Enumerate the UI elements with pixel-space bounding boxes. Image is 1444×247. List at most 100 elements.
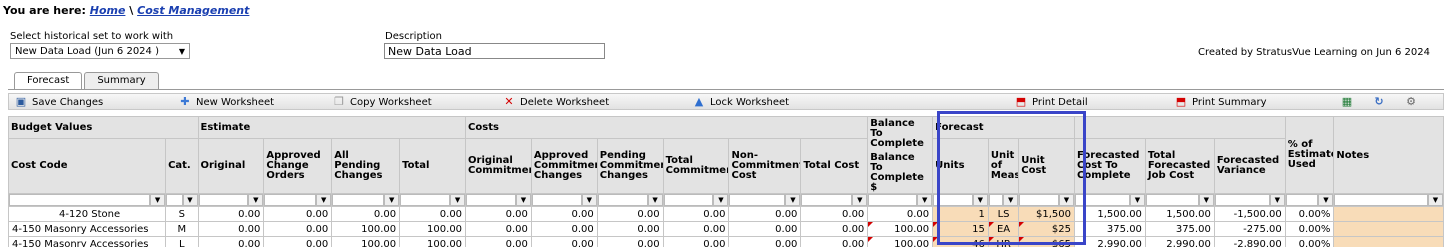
filter-cell[interactable]: ▼ [331, 193, 401, 207]
filter-cell[interactable]: ▼ [987, 193, 1020, 207]
cell-notes[interactable] [1333, 206, 1444, 222]
col-category[interactable]: Cat. [165, 138, 199, 194]
filter-cell[interactable]: ▼ [1333, 193, 1444, 207]
cell-units[interactable]: 15 [932, 221, 989, 237]
filter-icon[interactable]: ▼ [852, 194, 867, 206]
filter-cell[interactable]: ▼ [465, 193, 532, 207]
refresh-button[interactable]: ↻ [1373, 95, 1385, 109]
filter-icon[interactable]: ▼ [647, 194, 663, 206]
cell-units[interactable]: 46 [932, 236, 989, 247]
filter-icon[interactable]: ▼ [1269, 194, 1285, 206]
filter-cell[interactable]: ▼ [800, 193, 869, 207]
lock-worksheet-button[interactable]: ▲ Lock Worksheet [693, 95, 789, 109]
tab-forecast[interactable]: Forecast [14, 72, 83, 90]
settings-button[interactable]: ⚙ [1405, 95, 1417, 109]
filter-icon[interactable]: ▼ [450, 194, 465, 206]
cell-total-cost: 0.00 [800, 221, 869, 237]
filter-cell[interactable]: ▼ [399, 193, 467, 207]
filter-cell[interactable]: ▼ [1213, 193, 1286, 207]
col-pending-commitment-changes[interactable]: Pending Commitment Changes [596, 138, 664, 194]
filter-icon[interactable]: ▼ [1129, 194, 1145, 206]
print-detail-button[interactable]: ⬒ Print Detail [1015, 95, 1088, 109]
filter-cell[interactable]: ▼ [1018, 193, 1075, 207]
save-changes-button[interactable]: ▣ Save Changes [15, 95, 103, 109]
col-total-commitment[interactable]: Total Commitment [662, 138, 730, 194]
cell-balance: 0.00 [867, 206, 934, 222]
filter-icon[interactable]: ▼ [515, 194, 531, 206]
cell-unit-of-measure[interactable]: LS [987, 206, 1020, 222]
filter-icon[interactable]: ▼ [1059, 194, 1074, 206]
tab-summary[interactable]: Summary [84, 72, 159, 89]
new-worksheet-button[interactable]: ✚ New Worksheet [179, 95, 274, 109]
filter-icon[interactable]: ▼ [972, 194, 988, 206]
table-row[interactable]: 4-150 Masonry Accessories M 0.00 0.00 10… [7, 221, 1444, 237]
filter-cell[interactable]: ▼ [530, 193, 598, 207]
excel-export-button[interactable]: ▦ [1341, 95, 1353, 109]
table-row[interactable]: 4-120 Stone S 0.00 0.00 0.00 0.00 0.00 0… [7, 206, 1444, 222]
filter-icon[interactable]: ▼ [1003, 194, 1018, 206]
filter-cell[interactable]: ▼ [1074, 193, 1146, 207]
filter-icon[interactable]: ▼ [150, 194, 165, 206]
filter-icon[interactable]: ▼ [248, 194, 263, 206]
col-unit-cost[interactable]: Unit Cost [1018, 138, 1075, 194]
filter-icon[interactable]: ▼ [182, 194, 197, 206]
col-approved-commitment-changes[interactable]: Approved Commitment Changes [530, 138, 598, 194]
cell-notes[interactable] [1333, 221, 1444, 237]
filter-icon[interactable]: ▼ [917, 194, 932, 206]
filter-icon[interactable]: ▼ [384, 194, 399, 206]
filter-icon[interactable]: ▼ [1428, 194, 1443, 206]
cell-non-commitment: 0.00 [728, 206, 802, 222]
filter-icon[interactable]: ▼ [316, 194, 331, 206]
col-non-commitment-cost[interactable]: Non-Commitment Cost [728, 138, 802, 194]
filter-cell[interactable]: ▼ [165, 193, 199, 207]
cell-non-commitment: 0.00 [728, 236, 802, 247]
cell-unit-cost[interactable]: $25 [1018, 221, 1075, 237]
cell-pending-commitment: 0.00 [596, 206, 664, 222]
filter-cell[interactable]: ▼ [7, 193, 167, 207]
col-total-cost[interactable]: Total Cost [800, 138, 869, 194]
cell-pending-changes: 0.00 [331, 206, 401, 222]
filter-icon[interactable]: ▼ [785, 194, 800, 206]
filter-cell[interactable]: ▼ [1284, 193, 1335, 207]
filter-icon[interactable]: ▼ [1198, 194, 1214, 206]
cell-units[interactable]: 1 [932, 206, 989, 222]
filter-cell[interactable]: ▼ [728, 193, 802, 207]
excel-icon: ▦ [1341, 95, 1353, 108]
copy-worksheet-button[interactable]: ❐ Copy Worksheet [333, 95, 432, 109]
col-all-pending-changes[interactable]: All Pending Changes [331, 138, 401, 194]
col-forecasted-cost-to-complete[interactable]: Forecasted Cost To Complete [1074, 138, 1146, 194]
cell-notes[interactable] [1333, 236, 1444, 247]
col-cost-code[interactable]: Cost Code [7, 138, 167, 194]
col-units[interactable]: Units [932, 138, 989, 194]
col-original[interactable]: Original [197, 138, 265, 194]
filter-icon[interactable]: ▼ [581, 194, 597, 206]
description-input[interactable]: New Data Load [384, 43, 605, 59]
filter-icon[interactable]: ▼ [713, 194, 728, 206]
filter-cell[interactable]: ▼ [197, 193, 265, 207]
breadcrumb-current-link[interactable]: Cost Management [137, 4, 249, 17]
filter-cell[interactable]: ▼ [867, 193, 934, 207]
col-total-forecasted-job-cost[interactable]: Total Forecasted Job Cost [1144, 138, 1215, 194]
col-total[interactable]: Total [399, 138, 467, 194]
delete-worksheet-button[interactable]: ✕ Delete Worksheet [503, 95, 609, 109]
history-select[interactable]: New Data Load (Jun 6 2024 ) ▼ [10, 43, 190, 59]
col-approved-change-orders[interactable]: Approved Change Orders [263, 138, 333, 194]
cell-unit-of-measure[interactable]: HR [987, 236, 1020, 247]
filter-cell[interactable]: ▼ [263, 193, 333, 207]
col-unit-of-measure[interactable]: Unit of Measure [987, 138, 1020, 194]
filter-cell[interactable]: ▼ [662, 193, 730, 207]
table-row[interactable]: 4-150 Masonry Accessories L 0.00 0.00 10… [7, 236, 1444, 247]
col-forecasted-variance[interactable]: Forecasted Variance [1213, 138, 1286, 194]
cell-category: S [165, 206, 199, 222]
cell-unit-cost[interactable]: $65 [1018, 236, 1075, 247]
cell-unit-of-measure[interactable]: EA [987, 221, 1020, 237]
filter-icon[interactable]: ▼ [1318, 194, 1333, 206]
col-original-commitment[interactable]: Original Commitment [465, 138, 532, 194]
breadcrumb-home-link[interactable]: Home [90, 4, 126, 17]
cell-unit-cost[interactable]: $1,500 [1018, 206, 1075, 222]
filter-cell[interactable]: ▼ [596, 193, 664, 207]
filter-cell[interactable]: ▼ [932, 193, 989, 207]
cell-category: M [165, 221, 199, 237]
print-summary-button[interactable]: ⬒ Print Summary [1175, 95, 1267, 109]
filter-cell[interactable]: ▼ [1144, 193, 1215, 207]
